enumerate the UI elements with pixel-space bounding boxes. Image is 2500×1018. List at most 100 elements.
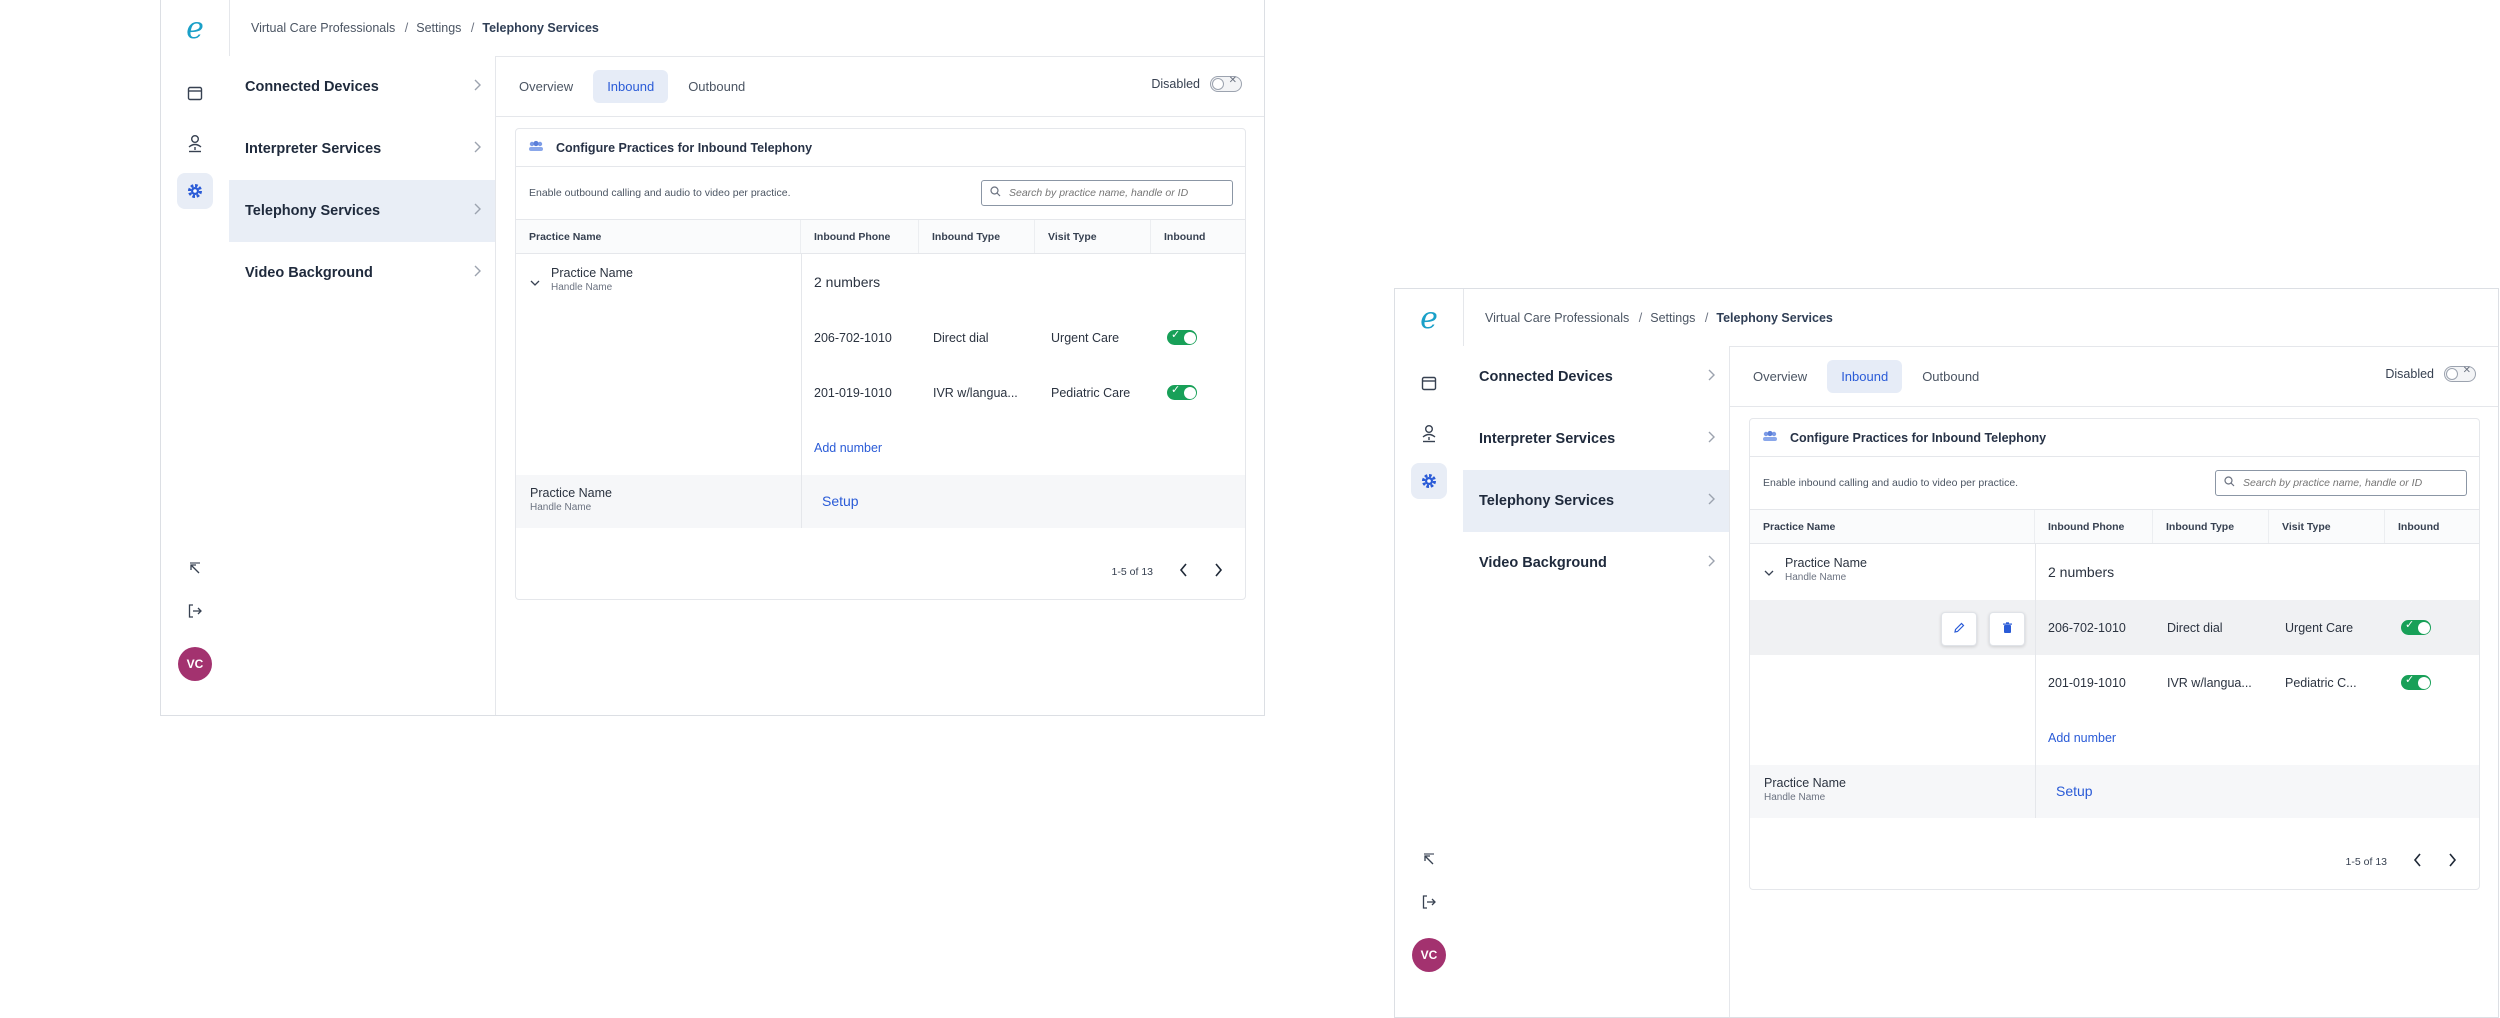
pencil-icon <box>1953 622 1965 637</box>
chevron-right-icon[interactable] <box>2448 851 2457 872</box>
tab-inbound[interactable]: Inbound <box>1827 359 1903 393</box>
avatar[interactable]: VC <box>1412 938 1446 972</box>
chevron-down-icon[interactable] <box>530 274 540 292</box>
setup-link[interactable]: Setup <box>2056 783 2093 799</box>
column-divider <box>801 475 802 528</box>
table-row[interactable]: Practice Name Handle Name 2 numbers <box>516 254 1245 310</box>
table-row[interactable]: 206-702-1010 Direct dial Urgent Care ✓ <box>1750 600 2479 655</box>
search-box[interactable] <box>2215 470 2467 496</box>
breadcrumb: Virtual Care Professionals / Settings / … <box>229 0 1264 57</box>
settings-nav: Connected Devices Interpreter Services T… <box>1463 346 1730 1017</box>
table-row[interactable]: 206-702-1010 Direct dial Urgent Care ✓ <box>516 310 1245 365</box>
check-icon: ✓ <box>2405 674 2415 686</box>
trash-icon <box>2002 621 2013 637</box>
collapse-icon[interactable] <box>1411 842 1447 878</box>
table-row[interactable]: Practice Name Handle Name Setup <box>516 475 1245 528</box>
table-row[interactable]: 201-019-1010 IVR w/langua... Pediatric C… <box>516 365 1245 420</box>
configure-card: Configure Practices for Inbound Telephon… <box>515 128 1246 600</box>
phone-cell: 201-019-1010 <box>2048 675 2126 690</box>
column-header[interactable]: Practice Name <box>516 220 801 253</box>
search-icon <box>2224 476 2235 490</box>
logout-icon[interactable] <box>177 593 213 629</box>
practice-group-icon <box>1762 430 1778 445</box>
handle-name: Handle Name <box>1785 572 1847 583</box>
chevron-right-icon[interactable] <box>1214 561 1223 582</box>
pagination-label: 1-5 of 13 <box>1111 565 1153 578</box>
sidebar-item-connected-devices[interactable]: Connected Devices <box>229 56 495 118</box>
user-network-icon[interactable] <box>1411 416 1447 452</box>
setup-link[interactable]: Setup <box>822 493 859 509</box>
visit-type-cell: Pediatric Care <box>1051 385 1131 400</box>
inbound-toggle[interactable]: ✓ <box>2401 655 2431 710</box>
calendar-icon[interactable] <box>1411 365 1447 401</box>
service-toggle[interactable]: ✕ <box>2444 365 2476 382</box>
sidebar-item-telephony-services[interactable]: Telephony Services <box>229 180 495 242</box>
table-row[interactable]: Practice Name Handle Name Setup <box>1750 765 2479 818</box>
tab-overview[interactable]: Overview <box>505 70 587 103</box>
search-input[interactable] <box>1007 186 1221 200</box>
breadcrumb-link-settings[interactable]: Settings <box>1650 311 1695 325</box>
sidebar-item-interpreter-services[interactable]: Interpreter Services <box>229 118 495 180</box>
tab-bar: Overview Inbound Outbound Disabled ✕ <box>1729 346 2498 407</box>
table-row[interactable]: Practice Name Handle Name 2 numbers <box>1750 544 2479 600</box>
tab-bar: Overview Inbound Outbound Disabled ✕ <box>495 56 1264 117</box>
column-header[interactable]: Inbound Phone <box>801 220 919 253</box>
column-header[interactable]: Visit Type <box>1035 220 1151 253</box>
inbound-toggle[interactable]: ✓ <box>1167 365 1197 420</box>
search-input[interactable] <box>2241 476 2455 490</box>
tab-overview[interactable]: Overview <box>1739 360 1821 393</box>
check-icon: ✓ <box>2405 619 2415 631</box>
sidebar-item-label: Video Background <box>1479 555 1607 571</box>
table-row: Add number <box>1750 710 2479 765</box>
chevron-left-icon[interactable] <box>1179 561 1188 582</box>
column-header[interactable]: Inbound Type <box>2153 510 2269 543</box>
edit-button[interactable] <box>1941 612 1977 646</box>
card-header: Configure Practices for Inbound Telephon… <box>516 129 1245 167</box>
search-icon <box>990 186 1001 200</box>
chevron-down-icon[interactable] <box>1764 564 1774 582</box>
sidebar-item-video-background[interactable]: Video Background <box>1463 532 1729 594</box>
sidebar-item-interpreter-services[interactable]: Interpreter Services <box>1463 408 1729 470</box>
avatar[interactable]: VC <box>178 647 212 681</box>
column-divider <box>801 365 802 420</box>
settings-nav: Connected Devices Interpreter Services T… <box>229 56 496 715</box>
collapse-icon[interactable] <box>177 551 213 587</box>
inbound-toggle[interactable]: ✓ <box>1167 310 1197 365</box>
sidebar-item-label: Telephony Services <box>245 203 381 219</box>
column-header[interactable]: Inbound Type <box>919 220 1035 253</box>
x-icon: ✕ <box>1228 75 1237 86</box>
calendar-icon[interactable] <box>177 75 213 111</box>
breadcrumb-link-settings[interactable]: Settings <box>416 21 461 35</box>
breadcrumb-link-org[interactable]: Virtual Care Professionals <box>1485 311 1629 325</box>
gear-icon[interactable] <box>1411 463 1447 499</box>
column-header[interactable]: Visit Type <box>2269 510 2385 543</box>
table-row[interactable]: 201-019-1010 IVR w/langua... Pediatric C… <box>1750 655 2479 710</box>
column-header[interactable]: Inbound <box>1151 220 1245 253</box>
sidebar-item-telephony-services[interactable]: Telephony Services <box>1463 470 1729 532</box>
column-header[interactable]: Inbound Phone <box>2035 510 2153 543</box>
add-number-link[interactable]: Add number <box>2048 710 2116 765</box>
chevron-right-icon <box>473 265 481 281</box>
service-toggle[interactable]: ✕ <box>1210 75 1242 92</box>
tab-outbound[interactable]: Outbound <box>674 70 759 103</box>
gear-icon[interactable] <box>177 173 213 209</box>
search-box[interactable] <box>981 180 1233 206</box>
tab-outbound[interactable]: Outbound <box>1908 360 1993 393</box>
sidebar-item-label: Connected Devices <box>245 79 379 95</box>
user-network-icon[interactable] <box>177 126 213 162</box>
column-header[interactable]: Practice Name <box>1750 510 2035 543</box>
chevron-right-icon <box>1707 369 1715 385</box>
chevron-left-icon[interactable] <box>2413 851 2422 872</box>
handle-name: Handle Name <box>530 502 592 513</box>
sidebar-item-connected-devices[interactable]: Connected Devices <box>1463 346 1729 408</box>
inbound-toggle[interactable]: ✓ <box>2401 600 2431 655</box>
delete-button[interactable] <box>1989 612 2025 646</box>
column-header[interactable]: Inbound <box>2385 510 2479 543</box>
breadcrumb-link-org[interactable]: Virtual Care Professionals <box>251 21 395 35</box>
sidebar-item-video-background[interactable]: Video Background <box>229 242 495 304</box>
add-number-link[interactable]: Add number <box>814 420 882 475</box>
tab-inbound[interactable]: Inbound <box>593 69 669 103</box>
column-divider <box>801 310 802 365</box>
logout-icon[interactable] <box>1411 884 1447 920</box>
pagination: 1-5 of 13 <box>1112 561 1223 582</box>
